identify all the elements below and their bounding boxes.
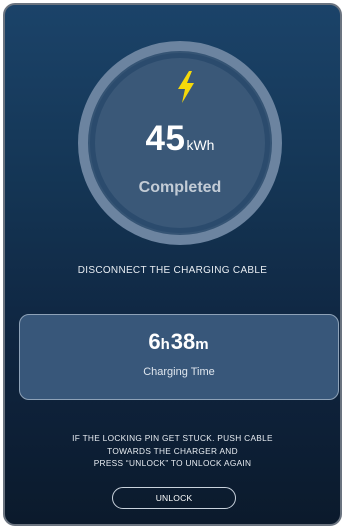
time-hours-unit: h bbox=[160, 336, 170, 353]
help-line: IF THE LOCKING PIN GET STUCK. PUSH CABLE bbox=[72, 433, 273, 443]
unlock-button[interactable]: UNLOCK bbox=[112, 487, 236, 509]
disconnect-instruction: DISCONNECT THE CHARGING CABLE bbox=[77, 265, 268, 276]
charging-time-label: Charging Time bbox=[143, 366, 215, 378]
lightning-bolt-icon bbox=[178, 71, 194, 103]
energy-delivered: 45kWh bbox=[88, 119, 272, 159]
charge-status-text: Completed bbox=[138, 179, 222, 196]
charging-complete-panel: 45kWh Completed DISCONNECT THE CHARGING … bbox=[3, 3, 342, 526]
charge-status-ring: 45kWh Completed bbox=[78, 41, 282, 245]
time-minutes: 38 bbox=[170, 329, 196, 354]
time-hours: 6 bbox=[148, 329, 161, 354]
charging-time-card: 6h38m Charging Time bbox=[19, 314, 339, 400]
help-line: PRESS “UNLOCK” TO UNLOCK AGAIN bbox=[93, 458, 252, 468]
unlock-help-text: IF THE LOCKING PIN GET STUCK. PUSH CABLE… bbox=[25, 432, 320, 470]
help-line: TOWARDS THE CHARGER AND bbox=[107, 445, 238, 456]
energy-value: 45 bbox=[145, 119, 186, 158]
energy-unit: kWh bbox=[186, 137, 215, 153]
charging-time-value: 6h38m bbox=[20, 329, 338, 355]
time-minutes-unit: m bbox=[195, 336, 209, 353]
